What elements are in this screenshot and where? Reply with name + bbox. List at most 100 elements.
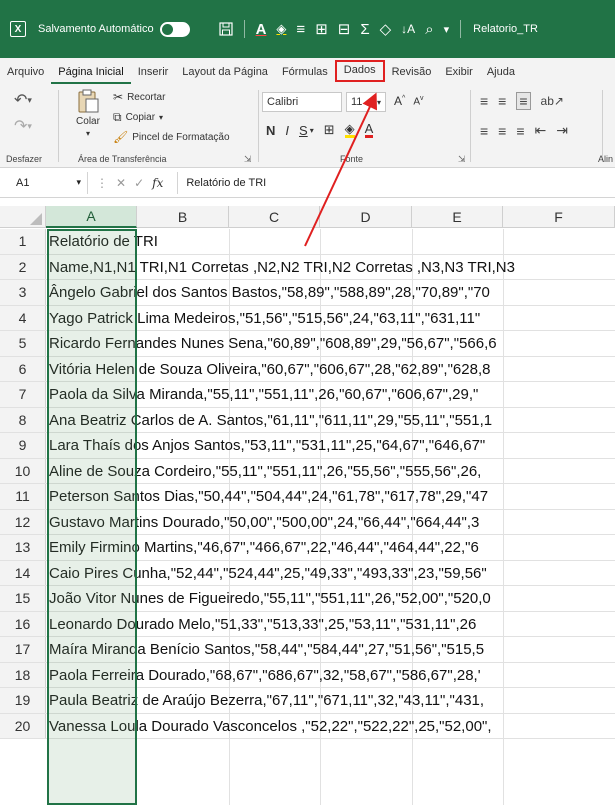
bold-button[interactable]: N: [266, 123, 275, 138]
row-header[interactable]: 10: [0, 458, 46, 483]
cell-a[interactable]: Vitória Helen de Souza Oliveira,"60,67",…: [46, 357, 615, 382]
cell-a[interactable]: Leonardo Dourado Melo,"51,33","513,33",2…: [46, 612, 615, 637]
chevron-down-icon[interactable]: ▾: [310, 126, 314, 135]
underline-button[interactable]: S: [299, 123, 308, 138]
cell-a[interactable]: Emily Firmino Martins,"46,67","466,67",2…: [46, 535, 615, 560]
format-painter-button[interactable]: 🖌 Pincel de Formatação: [113, 130, 230, 144]
formula-input[interactable]: Relatório de TRI: [177, 171, 266, 194]
formula-options-icon[interactable]: ⋮: [96, 176, 108, 190]
clear-icon[interactable]: ◇: [380, 20, 392, 38]
autosum-icon[interactable]: Σ: [360, 21, 369, 38]
row-header[interactable]: 13: [0, 535, 46, 560]
cell-a[interactable]: Ana Beatriz Carlos de A. Santos,"61,11",…: [46, 408, 615, 433]
row-header[interactable]: 6: [0, 356, 46, 381]
row-header[interactable]: 7: [0, 382, 46, 407]
row-header[interactable]: 9: [0, 433, 46, 458]
row-header[interactable]: 16: [0, 611, 46, 636]
tab-ajuda[interactable]: Ajuda: [480, 62, 522, 84]
font-name-input[interactable]: Calibri: [262, 92, 342, 112]
font-color-icon[interactable]: A: [256, 21, 267, 38]
tab-layout-da-pagina[interactable]: Layout da Página: [175, 62, 275, 84]
column-header-c[interactable]: C: [229, 206, 320, 228]
borders-icon[interactable]: ⊞: [315, 20, 328, 38]
row-header[interactable]: 18: [0, 662, 46, 687]
italic-button[interactable]: I: [285, 123, 289, 138]
paste-button[interactable]: Colar ▾: [76, 88, 100, 138]
copy-dropdown-icon[interactable]: ▾: [159, 113, 163, 122]
undo-icon[interactable]: ↶ ▾: [14, 90, 32, 110]
tab-dados[interactable]: Dados: [334, 60, 385, 82]
cell-a[interactable]: Paola da Silva Miranda,"55,11","551,11",…: [46, 382, 615, 407]
font-color-icon[interactable]: A: [364, 122, 374, 138]
align-top-icon[interactable]: ≡: [480, 93, 488, 109]
align-right-icon[interactable]: ≡: [516, 123, 524, 139]
select-all-button[interactable]: [0, 206, 46, 228]
tab-exibir[interactable]: Exibir: [438, 62, 480, 84]
increase-font-icon[interactable]: A^: [394, 94, 405, 108]
row-header[interactable]: 11: [0, 484, 46, 509]
cell-a[interactable]: Name,N1,N1 TRI,N1 Corretas ,N2,N2 TRI,N2…: [46, 255, 615, 280]
column-header-a[interactable]: A: [46, 206, 137, 228]
orientation-icon[interactable]: ab↗: [541, 94, 564, 108]
autosave-toggle[interactable]: [159, 21, 190, 37]
column-header-e[interactable]: E: [412, 206, 503, 228]
row-header[interactable]: 8: [0, 407, 46, 432]
tab-formulas[interactable]: Fórmulas: [275, 62, 335, 84]
cell-a[interactable]: Paula Beatriz de Araújo Bezerra,"67,11",…: [46, 688, 615, 713]
cell-a[interactable]: Peterson Santos Dias,"50,44","504,44",24…: [46, 484, 615, 509]
merge-icon[interactable]: ⊟: [338, 20, 351, 38]
cell-a[interactable]: Relatório de TRI: [46, 229, 615, 254]
fill-color-icon[interactable]: ◈: [276, 21, 286, 37]
borders-icon[interactable]: ⊞: [324, 122, 335, 138]
fill-color-icon[interactable]: ◈: [344, 122, 355, 138]
row-header[interactable]: 1: [0, 229, 46, 254]
enter-icon[interactable]: ✓: [134, 176, 144, 190]
decrease-indent-icon[interactable]: ⇤: [535, 122, 547, 139]
cell-a[interactable]: Yago Patrick Lima Medeiros,"51,56","515,…: [46, 306, 615, 331]
cell-a[interactable]: Paola Ferreira Dourado,"68,67","686,67",…: [46, 663, 615, 688]
decrease-font-icon[interactable]: Av: [413, 95, 423, 107]
row-header[interactable]: 12: [0, 509, 46, 534]
name-box[interactable]: A1 ▾: [0, 171, 88, 194]
customize-toolbar-icon[interactable]: ▾: [444, 23, 450, 36]
cut-button[interactable]: ✂ Recortar: [113, 90, 165, 104]
row-header[interactable]: 19: [0, 688, 46, 713]
sort-icon[interactable]: ↓A: [401, 22, 415, 36]
save-icon[interactable]: [218, 22, 233, 36]
cell-a[interactable]: Lara Thaís dos Anjos Santos,"53,11","531…: [46, 433, 615, 458]
cell-a[interactable]: Ângelo Gabriel dos Santos Bastos,"58,89"…: [46, 280, 615, 305]
tab-revisao[interactable]: Revisão: [385, 62, 439, 84]
column-header-d[interactable]: D: [320, 206, 412, 228]
row-header[interactable]: 4: [0, 305, 46, 330]
clipboard-launcher-icon[interactable]: ⇲: [244, 154, 252, 165]
align-center-icon[interactable]: ≡: [498, 123, 506, 139]
paste-dropdown-icon[interactable]: ▾: [86, 129, 90, 138]
row-header[interactable]: 5: [0, 331, 46, 356]
search-icon[interactable]: ⌕: [425, 21, 433, 38]
cell-a[interactable]: Gustavo Martins Dourado,"50,00","500,00"…: [46, 510, 615, 535]
cell-a[interactable]: Aline de Souza Cordeiro,"55,11","551,11"…: [46, 459, 615, 484]
row-header[interactable]: 20: [0, 713, 46, 738]
font-size-input[interactable]: 11 ▾: [346, 92, 386, 112]
align-left-icon[interactable]: ≡: [480, 123, 488, 139]
chevron-down-icon[interactable]: ▾: [76, 177, 81, 188]
row-header[interactable]: 3: [0, 280, 46, 305]
align-icon[interactable]: ≡: [296, 21, 305, 38]
align-bottom-icon[interactable]: ≡: [516, 92, 531, 110]
font-launcher-icon[interactable]: ⇲: [458, 154, 466, 165]
redo-icon[interactable]: ↷ ▾: [14, 116, 32, 136]
align-middle-icon[interactable]: ≡: [498, 93, 506, 109]
cell-a[interactable]: Maíra Miranda Benício Santos,"58,44","58…: [46, 637, 615, 662]
column-header-f[interactable]: F: [503, 206, 615, 228]
tab-arquivo[interactable]: Arquivo: [0, 62, 51, 84]
tab-inserir[interactable]: Inserir: [131, 62, 176, 84]
row-header[interactable]: 15: [0, 586, 46, 611]
cell-a[interactable]: Vanessa Loula Dourado Vasconcelos ,"52,2…: [46, 714, 615, 739]
tab-pagina-inicial[interactable]: Página Inicial: [51, 62, 131, 84]
cell-a[interactable]: Ricardo Fernandes Nunes Sena,"60,89","60…: [46, 331, 615, 356]
row-header[interactable]: 2: [0, 254, 46, 279]
increase-indent-icon[interactable]: ⇥: [556, 122, 568, 139]
copy-button[interactable]: ⧉ Copiar ▾: [113, 110, 163, 125]
cell-a[interactable]: João Vitor Nunes de Figueiredo,"55,11","…: [46, 586, 615, 611]
insert-function-icon[interactable]: fx: [152, 176, 163, 190]
